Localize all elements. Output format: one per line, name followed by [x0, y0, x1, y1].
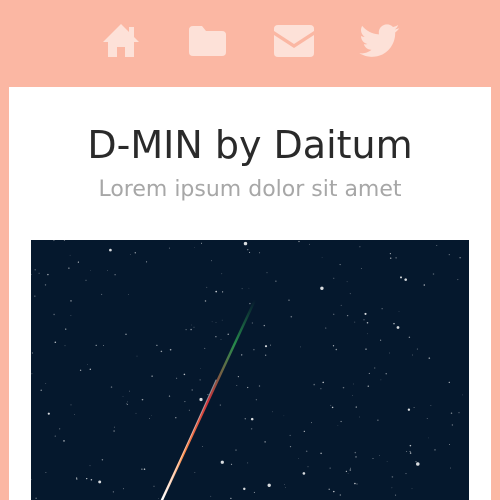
meteor-night-sky-image: [31, 240, 469, 500]
twitter-icon[interactable]: [358, 20, 402, 60]
page: D-MIN by Daitum Lorem ipsum dolor sit am…: [0, 0, 500, 500]
hero-image: [31, 240, 469, 500]
home-icon[interactable]: [99, 20, 143, 60]
folder-icon[interactable]: [185, 20, 229, 60]
mail-icon[interactable]: [272, 20, 316, 60]
page-title: D-MIN by Daitum: [87, 123, 413, 167]
page-subtitle: Lorem ipsum dolor sit amet: [98, 177, 402, 202]
top-navigation-bar: [0, 0, 500, 87]
